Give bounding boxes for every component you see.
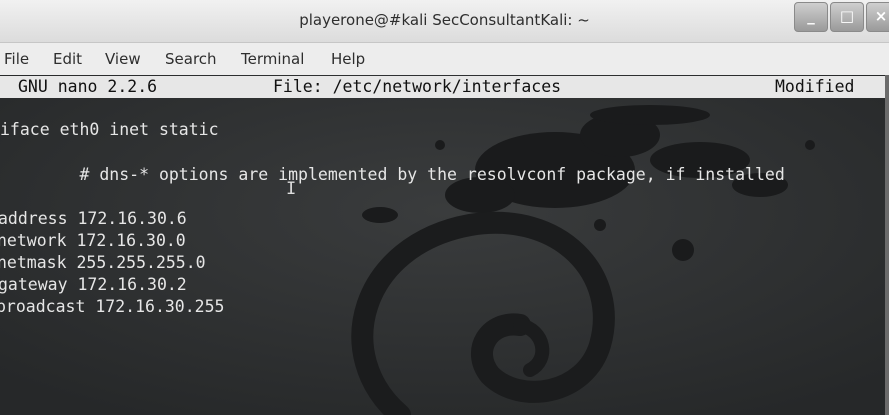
menu-view[interactable]: View <box>105 50 141 68</box>
menu-terminal[interactable]: Terminal <box>241 50 304 68</box>
close-button[interactable]: × <box>866 2 889 32</box>
config-line-comment[interactable]: # dns-* options are implemented by the r… <box>0 165 784 184</box>
config-line-address[interactable]: address 172.16.30.6 <box>0 209 187 228</box>
config-line-netmask[interactable]: netmask 255.255.255.0 <box>0 253 206 272</box>
terminal-scrollbar[interactable] <box>885 75 889 415</box>
close-icon: × <box>874 7 888 25</box>
window-title: playerone@#kali SecConsultantKali: ~ <box>299 11 590 29</box>
nano-status: Modified <box>775 77 855 96</box>
minimize-icon: _ <box>807 7 815 25</box>
config-line-gateway[interactable]: gateway 172.16.30.2 <box>0 275 187 294</box>
config-line-iface[interactable]: iface eth0 inet static <box>0 120 219 139</box>
menu-edit[interactable]: Edit <box>53 50 82 68</box>
menu-search[interactable]: Search <box>165 50 217 68</box>
config-line-network[interactable]: network 172.16.30.0 <box>0 231 186 250</box>
terminal-area[interactable]: GNU nano 2.2.6 File: /etc/network/interf… <box>0 75 889 415</box>
text-cursor-icon: I <box>286 179 297 199</box>
window-titlebar[interactable]: playerone@#kali SecConsultantKali: ~ _ □… <box>0 0 889 43</box>
nano-header: GNU nano 2.2.6 File: /etc/network/interf… <box>0 76 885 98</box>
minimize-button[interactable]: _ <box>794 2 828 32</box>
nano-filename: File: /etc/network/interfaces <box>273 77 562 96</box>
maximize-icon: □ <box>839 7 855 25</box>
nano-version: GNU nano 2.2.6 <box>18 77 158 96</box>
menu-file[interactable]: File <box>4 50 29 68</box>
maximize-button[interactable]: □ <box>830 2 864 32</box>
config-line-broadcast[interactable]: broadcast 172.16.30.255 <box>0 297 224 316</box>
menu-help[interactable]: Help <box>331 50 365 68</box>
menu-bar: File Edit View Search Terminal Help <box>0 43 889 75</box>
